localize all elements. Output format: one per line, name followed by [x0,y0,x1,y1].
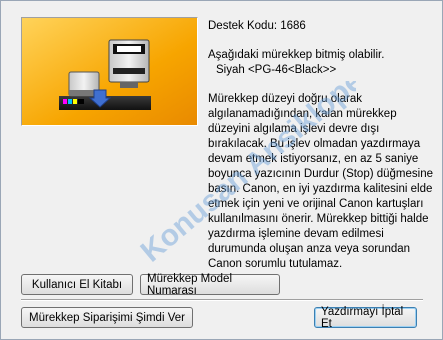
separator [21,299,423,301]
user-manual-label: Kullanıcı El Kitabı [31,278,123,291]
order-ink-button[interactable]: Mürekkep Siparişimi Şimdi Ver [21,307,193,328]
printer-icon [22,18,197,125]
ink-model-number-label: Mürekkep Model Numarası [147,272,233,297]
message-body: Mürekkep düzeyi doğru olarak algılanamad… [208,93,434,270]
order-ink-label: Mürekkep Siparişimi Şimdi Ver [29,311,185,324]
ink-name: Siyah <PG-46<Black>> [216,64,337,76]
ink-warning-dialog: Destek Kodu: 1686 Aşağıdaki mürekkep bit… [0,0,443,340]
ink-illustration [21,17,198,126]
ink-cartridge-icon [108,39,150,88]
ink-model-number-button[interactable]: Mürekkep Model Numarası [140,272,280,297]
support-code: Destek Kodu: 1686 [208,20,306,32]
message-area: Destek Kodu: 1686 Aşağıdaki mürekkep bit… [208,19,433,272]
warning-line: Aşağıdaki mürekkep bitmiş olabilir. [208,49,385,61]
user-manual-button[interactable]: Kullanıcı El Kitabı [21,274,133,295]
cancel-printing-label: Yazdırmayı İptal Et [321,305,404,330]
cancel-printing-button[interactable]: Yazdırmayı İptal Et [314,305,417,330]
